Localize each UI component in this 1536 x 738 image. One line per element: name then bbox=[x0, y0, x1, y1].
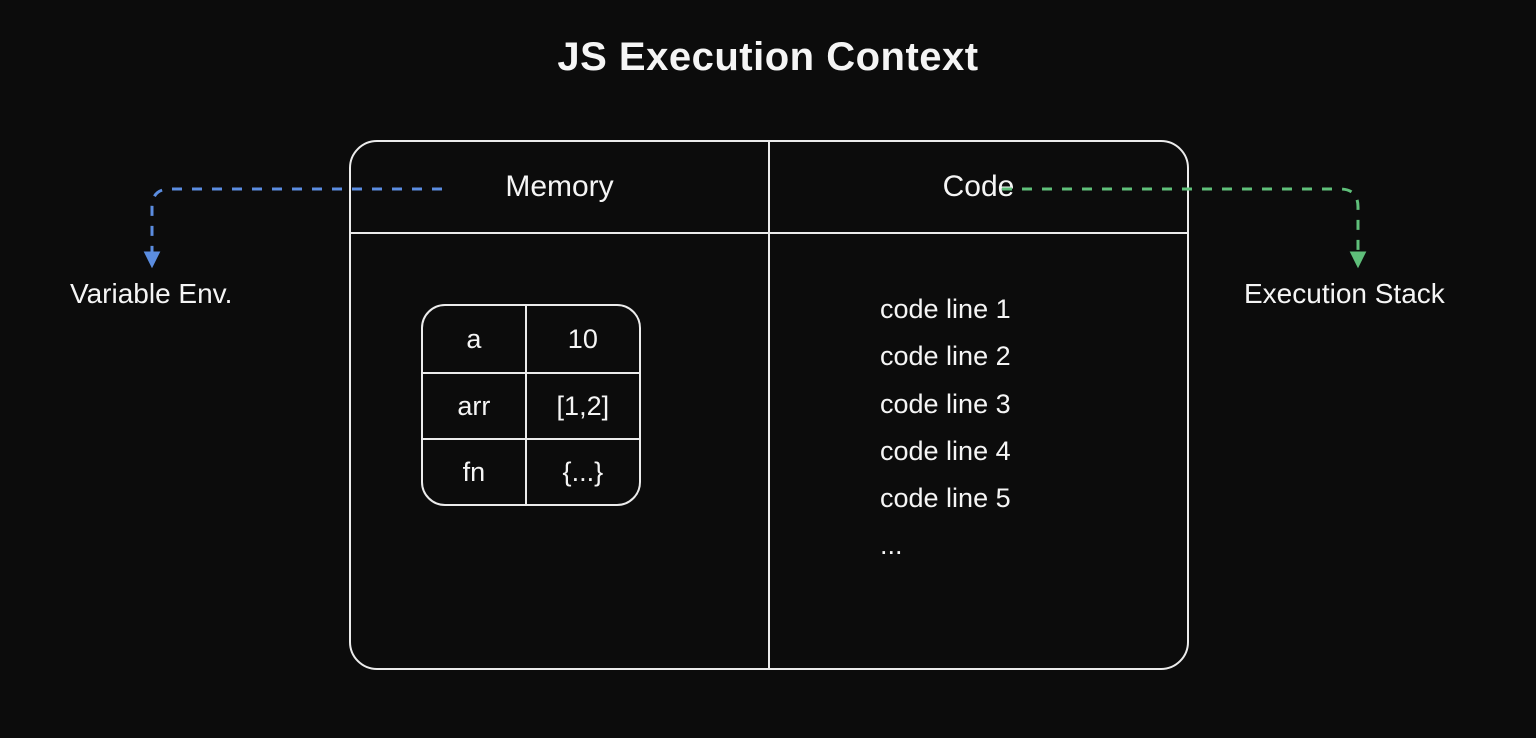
execution-stack-label: Execution Stack bbox=[1244, 278, 1445, 310]
memory-key: fn bbox=[423, 440, 527, 504]
memory-row: arr [1,2] bbox=[423, 372, 639, 438]
memory-table: a 10 arr [1,2] fn {...} bbox=[421, 304, 641, 506]
memory-value: 10 bbox=[527, 306, 639, 372]
diagram-title: JS Execution Context bbox=[0, 35, 1536, 80]
execution-context-box: Memory Code a 10 arr [1,2] fn {...} bbox=[349, 140, 1189, 670]
memory-row: a 10 bbox=[423, 306, 639, 372]
memory-value: {...} bbox=[527, 440, 639, 504]
code-line: code line 4 bbox=[880, 428, 1011, 475]
code-line: code line 1 bbox=[880, 286, 1011, 333]
memory-column: a 10 arr [1,2] fn {...} bbox=[351, 234, 768, 668]
memory-header: Memory bbox=[351, 142, 768, 232]
code-line: code line 2 bbox=[880, 333, 1011, 380]
memory-value: [1,2] bbox=[527, 374, 639, 438]
body-area: a 10 arr [1,2] fn {...} code line 1 code… bbox=[351, 234, 1187, 668]
column-headers: Memory Code bbox=[351, 142, 1187, 232]
memory-key: arr bbox=[423, 374, 527, 438]
code-header: Code bbox=[770, 142, 1187, 232]
memory-row: fn {...} bbox=[423, 438, 639, 504]
code-line: code line 3 bbox=[880, 381, 1011, 428]
code-line: ... bbox=[880, 522, 1011, 569]
code-column: code line 1 code line 2 code line 3 code… bbox=[770, 234, 1187, 668]
code-line: code line 5 bbox=[880, 475, 1011, 522]
memory-key: a bbox=[423, 306, 527, 372]
code-lines: code line 1 code line 2 code line 3 code… bbox=[880, 286, 1011, 570]
variable-env-label: Variable Env. bbox=[70, 278, 232, 310]
